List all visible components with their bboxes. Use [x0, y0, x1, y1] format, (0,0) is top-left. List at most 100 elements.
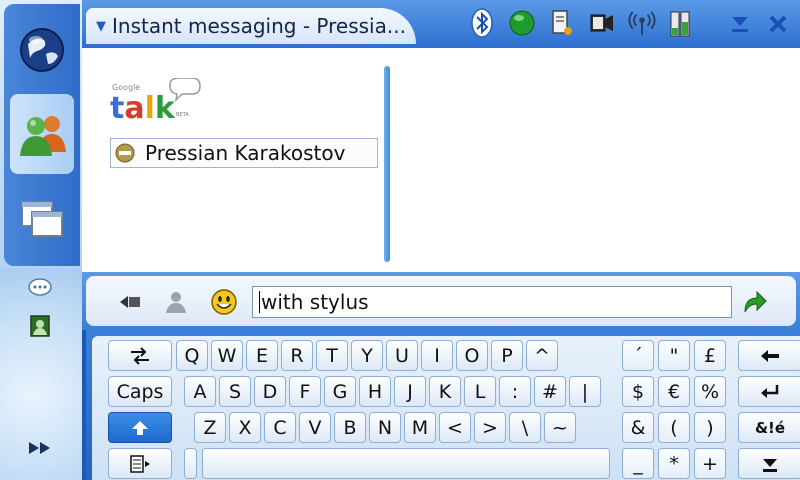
key-1-6[interactable]: J	[394, 376, 426, 407]
google-talk-logo-mark: Google talk BETA	[110, 77, 201, 126]
emoticon-button[interactable]	[210, 288, 238, 316]
key-0-2[interactable]: E	[246, 340, 278, 371]
contact-list-item[interactable]: Pressian Karakostov	[110, 138, 378, 168]
contact-card-shortcut[interactable]	[26, 314, 54, 338]
key-0-3[interactable]: R	[281, 340, 313, 371]
key-2-9[interactable]: \	[509, 412, 541, 443]
signal-indicator[interactable]	[628, 8, 656, 38]
key-2-1[interactable]: X	[229, 412, 261, 443]
key-1-0[interactable]: A	[184, 376, 216, 407]
swap-layout-key[interactable]	[108, 340, 172, 371]
app-slot-contacts[interactable]	[10, 94, 74, 174]
symbol-key-0-2[interactable]: £	[694, 340, 726, 371]
key-0-10[interactable]: ^	[526, 340, 558, 371]
text-menu-key[interactable]	[108, 448, 172, 479]
key-0-0[interactable]: Q	[176, 340, 208, 371]
symbol-key-1-2[interactable]: %	[694, 376, 726, 407]
app-slot-windows[interactable]	[10, 180, 74, 260]
key-1-10[interactable]: #	[534, 376, 566, 407]
back-button[interactable]	[116, 288, 144, 316]
key-label: C	[273, 416, 287, 439]
key-label: D	[262, 380, 278, 403]
key-1-5[interactable]: H	[359, 376, 391, 407]
symbol-key-2-2[interactable]: )	[694, 412, 726, 443]
special-chars-key[interactable]: &!é	[738, 412, 800, 443]
symbol-key-0-1[interactable]: "	[658, 340, 690, 371]
key-1-3[interactable]: F	[289, 376, 321, 407]
key-2-8[interactable]: >	[474, 412, 506, 443]
shift-key[interactable]	[108, 412, 172, 443]
key-label: A	[193, 380, 207, 403]
svg-text:BETA: BETA	[176, 112, 189, 118]
key-1-4[interactable]: G	[324, 376, 356, 407]
key-2-5[interactable]: N	[369, 412, 401, 443]
send-button[interactable]	[740, 288, 768, 316]
key-label: E	[255, 344, 268, 367]
key-label: Caps	[116, 380, 164, 403]
symbol-key-3-1[interactable]: *	[658, 448, 690, 479]
symbol-key-2-1[interactable]: (	[658, 412, 690, 443]
space-key[interactable]	[202, 448, 610, 479]
document-indicator[interactable]	[548, 8, 576, 38]
symbol-key-0-0[interactable]: ´	[622, 340, 654, 371]
key-1-8[interactable]: L	[464, 376, 496, 407]
presence-indicator[interactable]	[508, 8, 536, 38]
key-1-11[interactable]: |	[569, 376, 601, 407]
title-menu[interactable]: ▼ Instant messaging - Pressia...	[86, 8, 416, 44]
key-label: \	[521, 416, 529, 439]
shift-up-icon	[132, 420, 148, 435]
message-input[interactable]: with stylus	[252, 286, 732, 318]
smiley-icon	[211, 289, 237, 315]
symbol-key-1-0[interactable]: $	[622, 376, 654, 407]
enter-key[interactable]	[738, 376, 800, 407]
minimize-button[interactable]	[728, 12, 752, 36]
key-0-8[interactable]: O	[456, 340, 488, 371]
close-button[interactable]	[766, 12, 790, 36]
key-2-10[interactable]: ~	[544, 412, 576, 443]
bluetooth-indicator[interactable]	[468, 8, 496, 38]
key-2-6[interactable]: M	[404, 412, 436, 443]
key-1-7[interactable]: K	[429, 376, 461, 407]
key-label: <	[447, 416, 463, 439]
key-1-2[interactable]: D	[254, 376, 286, 407]
bluetooth-icon	[471, 8, 493, 38]
window-controls	[728, 12, 790, 36]
battery-indicator[interactable]	[668, 8, 696, 38]
pane-splitter[interactable]	[384, 66, 390, 262]
contact-button[interactable]	[162, 288, 190, 316]
key-label: |	[581, 380, 589, 403]
key-label: T	[326, 344, 338, 367]
key-label: ~	[552, 416, 568, 439]
fast-forward-icon	[29, 442, 50, 454]
key-0-5[interactable]: Y	[351, 340, 383, 371]
chat-shortcut[interactable]	[26, 276, 54, 300]
key-2-7[interactable]: <	[439, 412, 471, 443]
key-2-0[interactable]: Z	[194, 412, 226, 443]
key-0-7[interactable]: I	[421, 340, 453, 371]
key-label: J	[407, 380, 413, 403]
symbol-key-1-1[interactable]: €	[658, 376, 690, 407]
media-indicator[interactable]	[588, 8, 616, 38]
hide-keyboard-key[interactable]	[738, 448, 800, 479]
more-apps-button[interactable]	[26, 436, 54, 460]
key-2-2[interactable]: C	[264, 412, 296, 443]
key-1-1[interactable]: S	[219, 376, 251, 407]
caps-key[interactable]: Caps	[108, 376, 172, 407]
spacer-key[interactable]	[184, 448, 197, 479]
key-1-9[interactable]: :	[499, 376, 531, 407]
key-0-9[interactable]: P	[491, 340, 523, 371]
key-2-4[interactable]: B	[334, 412, 366, 443]
app-slot-globe[interactable]	[10, 10, 74, 90]
menu-down-icon: ▼	[96, 18, 106, 34]
symbol-key-2-0[interactable]: &	[622, 412, 654, 443]
symbol-key-3-2[interactable]: +	[694, 448, 726, 479]
key-label: _	[633, 452, 643, 475]
text-cursor	[259, 291, 260, 313]
backspace-key[interactable]	[738, 340, 800, 371]
key-0-1[interactable]: W	[211, 340, 243, 371]
close-icon	[769, 15, 787, 33]
symbol-key-3-0[interactable]: _	[622, 448, 654, 479]
key-0-6[interactable]: U	[386, 340, 418, 371]
key-0-4[interactable]: T	[316, 340, 348, 371]
key-2-3[interactable]: V	[299, 412, 331, 443]
